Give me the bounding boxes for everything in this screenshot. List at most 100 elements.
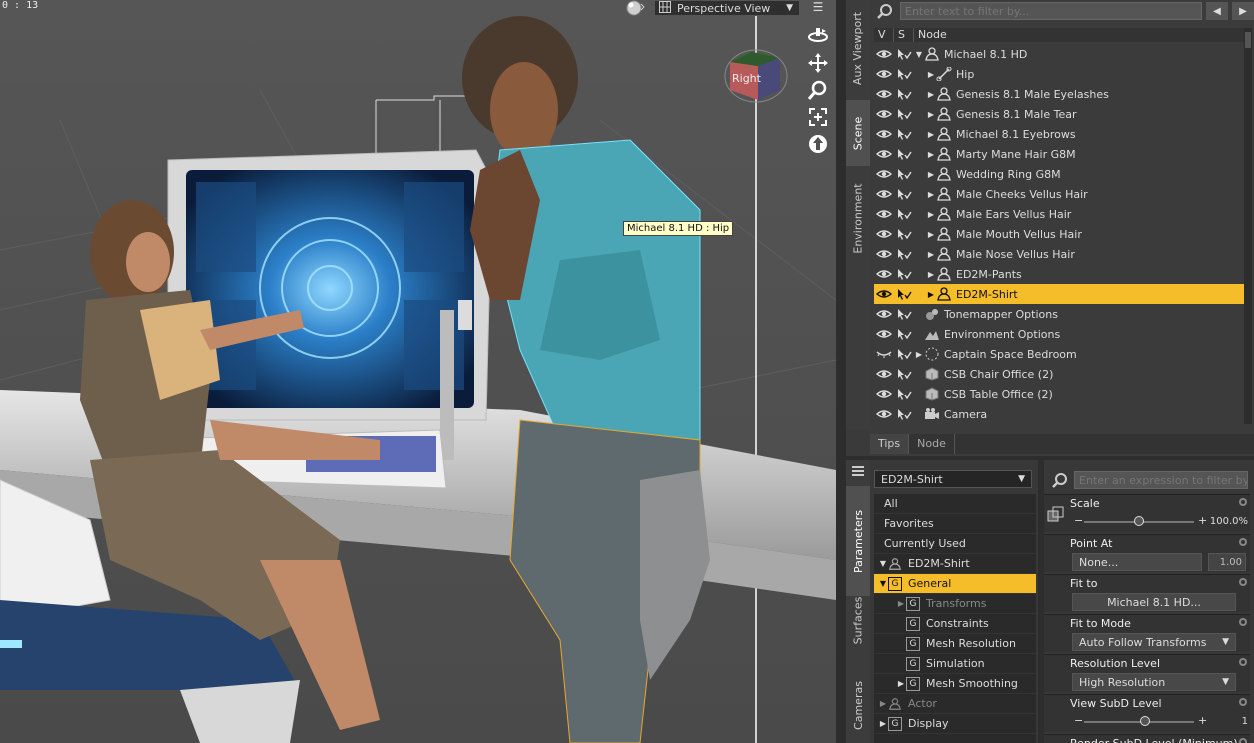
selectable-cursor-icon[interactable] bbox=[894, 308, 914, 320]
property-group-item[interactable]: Favorites bbox=[874, 514, 1036, 534]
pan-icon[interactable] bbox=[804, 49, 832, 76]
scene-row[interactable]: ▶ Genesis 8.1 Male Tear bbox=[874, 104, 1248, 124]
visibility-eye-icon[interactable] bbox=[874, 369, 894, 379]
gear-icon[interactable] bbox=[1238, 537, 1248, 547]
expand-right-icon[interactable]: ▶ bbox=[926, 170, 936, 179]
gear-icon[interactable] bbox=[1238, 497, 1248, 507]
increment-icon[interactable]: + bbox=[1198, 714, 1207, 727]
property-group-item[interactable]: G Constraints bbox=[874, 614, 1036, 634]
expand-right-icon[interactable]: ▶ bbox=[926, 230, 936, 239]
expand-right-icon[interactable]: ▶ bbox=[914, 350, 924, 359]
visibility-eye-icon[interactable] bbox=[874, 189, 894, 199]
panel-menu-icon[interactable] bbox=[846, 460, 870, 482]
expand-right-icon[interactable]: ▶ bbox=[926, 110, 936, 119]
selectable-cursor-icon[interactable] bbox=[894, 128, 914, 140]
property-group-item[interactable]: ▼ G General bbox=[874, 574, 1036, 594]
viewport-3d[interactable]: 0 : 13 Perspective View ▼ ☰ Right Michae… bbox=[0, 0, 836, 743]
visibility-eye-icon[interactable] bbox=[874, 229, 894, 239]
selectable-cursor-icon[interactable] bbox=[894, 68, 914, 80]
selectable-cursor-icon[interactable] bbox=[894, 248, 914, 260]
scene-row[interactable]: ▶ Wedding Ring G8M bbox=[874, 164, 1248, 184]
visibility-eye-icon[interactable] bbox=[874, 49, 894, 59]
viewport-menu-icon[interactable]: ☰ bbox=[808, 0, 828, 14]
visibility-eye-icon[interactable] bbox=[874, 129, 894, 139]
column-node[interactable]: Node bbox=[914, 28, 1248, 42]
params-filter-input[interactable] bbox=[1074, 471, 1248, 489]
selectable-cursor-icon[interactable] bbox=[894, 268, 914, 280]
forward-arrow-icon[interactable]: ▶ bbox=[1232, 2, 1254, 20]
scene-tree[interactable]: ▼ Michael 8.1 HD ▶ Hip ▶ Genesis 8.1 Male Eye… bbox=[874, 44, 1248, 424]
selectable-cursor-icon[interactable] bbox=[894, 168, 914, 180]
back-arrow-icon[interactable]: ◀ bbox=[1206, 2, 1228, 20]
scene-row[interactable]: ▶ Male Ears Vellus Hair bbox=[874, 204, 1248, 224]
selectable-cursor-icon[interactable] bbox=[894, 388, 914, 400]
scene-row[interactable]: CSB Chair Office (2) bbox=[874, 364, 1248, 384]
property-group-item[interactable]: ▶ G Mesh Smoothing bbox=[874, 674, 1036, 694]
tab-node[interactable]: Node bbox=[909, 434, 955, 454]
selectable-cursor-icon[interactable] bbox=[894, 408, 914, 420]
visibility-eye-icon[interactable] bbox=[874, 109, 894, 119]
scene-row[interactable]: Tonemapper Options bbox=[874, 304, 1248, 324]
visibility-eye-icon[interactable] bbox=[874, 89, 894, 99]
gear-icon[interactable] bbox=[1238, 577, 1248, 587]
view-select-dropdown[interactable]: Perspective View ▼ bbox=[654, 0, 800, 16]
expand-down-icon[interactable]: ▼ bbox=[878, 579, 888, 588]
slider-value[interactable]: 1 bbox=[1242, 716, 1248, 727]
scrollbar-thumb[interactable] bbox=[1245, 32, 1251, 48]
scene-row[interactable]: ▶ Marty Mane Hair G8M bbox=[874, 144, 1248, 164]
property-button[interactable]: Michael 8.1 HD... bbox=[1072, 593, 1236, 611]
property-group-item[interactable]: G Simulation bbox=[874, 654, 1036, 674]
selectable-cursor-icon[interactable] bbox=[894, 48, 914, 60]
expand-right-icon[interactable]: ▶ bbox=[926, 290, 936, 299]
expand-right-icon[interactable]: ▶ bbox=[926, 130, 936, 139]
selectable-cursor-icon[interactable] bbox=[894, 328, 914, 340]
visibility-eye-icon[interactable] bbox=[874, 249, 894, 259]
expand-right-icon[interactable]: ▶ bbox=[878, 719, 888, 728]
tab-tips[interactable]: Tips bbox=[870, 434, 910, 454]
visibility-eye-icon[interactable] bbox=[874, 309, 894, 319]
scene-row[interactable]: ▶ Hip bbox=[874, 64, 1248, 84]
selectable-cursor-icon[interactable] bbox=[894, 368, 914, 380]
selectable-cursor-icon[interactable] bbox=[894, 288, 914, 300]
column-visible[interactable]: V bbox=[874, 28, 894, 42]
scene-row[interactable]: ▶ Male Mouth Vellus Hair bbox=[874, 224, 1248, 244]
expand-down-icon[interactable]: ▼ bbox=[914, 50, 924, 59]
expand-right-icon[interactable]: ▶ bbox=[926, 190, 936, 199]
property-dropdown[interactable]: Auto Follow Transforms ▼ bbox=[1072, 633, 1236, 651]
increment-icon[interactable]: + bbox=[1198, 514, 1207, 527]
scene-row[interactable]: CSB Table Office (2) bbox=[874, 384, 1248, 404]
visibility-eye-icon[interactable] bbox=[874, 329, 894, 339]
slider-knob[interactable] bbox=[1134, 516, 1144, 526]
tab-environment[interactable]: Environment bbox=[846, 170, 870, 266]
expand-right-icon[interactable]: ▶ bbox=[896, 679, 906, 688]
expand-right-icon[interactable]: ▶ bbox=[926, 70, 936, 79]
property-button[interactable]: None... bbox=[1072, 553, 1202, 571]
visibility-eye-icon[interactable] bbox=[874, 69, 894, 79]
home-view-icon[interactable] bbox=[804, 130, 832, 157]
visibility-eye-icon[interactable] bbox=[874, 389, 894, 399]
decrement-icon[interactable]: − bbox=[1074, 714, 1083, 727]
expand-right-icon[interactable]: ▶ bbox=[926, 150, 936, 159]
gear-icon[interactable] bbox=[1238, 617, 1248, 627]
property-slider[interactable]: − +100.0% bbox=[1072, 513, 1248, 531]
slider-track[interactable] bbox=[1084, 721, 1194, 723]
visibility-eye-icon[interactable] bbox=[874, 269, 894, 279]
slider-knob[interactable] bbox=[1139, 716, 1150, 726]
property-group-item[interactable]: ▶ Actor bbox=[874, 694, 1036, 714]
property-slider[interactable]: − +1 bbox=[1072, 713, 1248, 731]
tab-aux-viewport[interactable]: Aux Viewport bbox=[846, 0, 870, 96]
scene-row[interactable]: ▼ Michael 8.1 HD bbox=[874, 44, 1248, 64]
expand-right-icon[interactable]: ▶ bbox=[926, 250, 936, 259]
render-preview-sphere-icon[interactable] bbox=[624, 0, 646, 16]
property-group-item[interactable]: ▼ ED2M-Shirt bbox=[874, 554, 1036, 574]
search-icon[interactable] bbox=[870, 3, 900, 19]
scene-row[interactable]: Environment Options bbox=[874, 324, 1248, 344]
expand-right-icon[interactable]: ▶ bbox=[896, 599, 906, 608]
property-group-item[interactable]: Currently Used bbox=[874, 534, 1036, 554]
zoom-icon[interactable] bbox=[804, 76, 832, 103]
gear-icon[interactable] bbox=[1238, 737, 1248, 743]
frame-icon[interactable] bbox=[804, 103, 832, 130]
decrement-icon[interactable]: − bbox=[1074, 514, 1083, 527]
tab-cameras[interactable]: Cameras bbox=[846, 670, 870, 740]
scene-row[interactable]: ▶ Male Nose Vellus Hair bbox=[874, 244, 1248, 264]
